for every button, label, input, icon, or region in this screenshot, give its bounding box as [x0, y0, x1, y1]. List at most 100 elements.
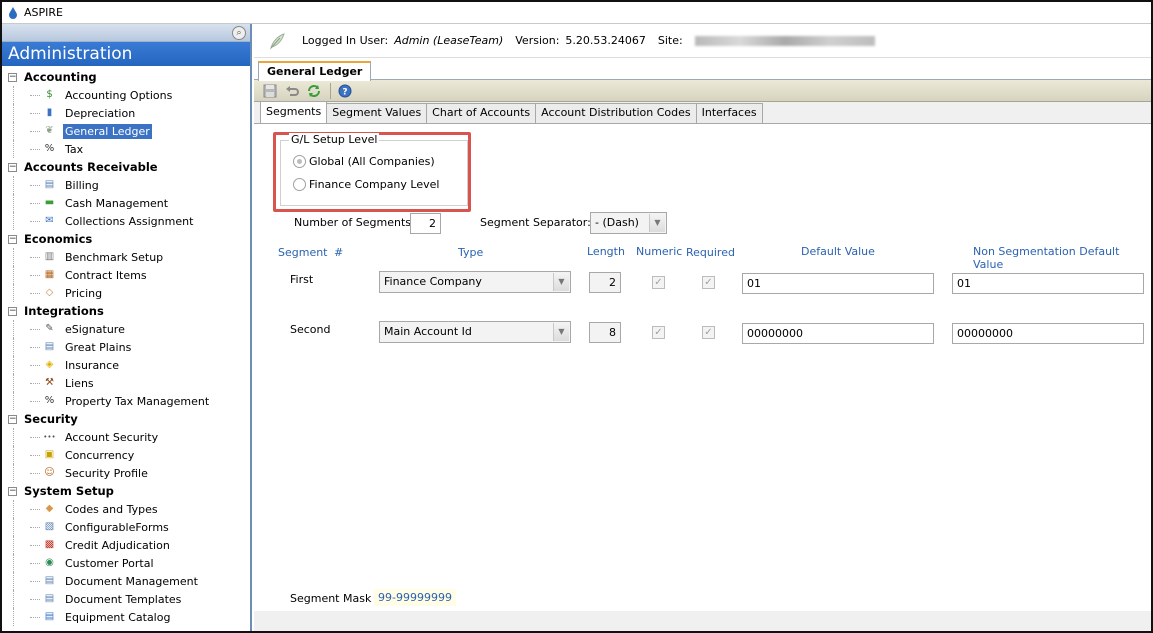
segment-row-second-length[interactable]: 8 — [589, 322, 621, 343]
refresh-icon[interactable] — [306, 83, 322, 99]
tree-category-integrations[interactable]: − Integrations — [2, 302, 250, 320]
aspire-logo-icon — [9, 6, 17, 19]
segment-row-second-required-checkbox[interactable]: ✓ — [702, 326, 715, 339]
document-icon: ▤ — [44, 575, 55, 586]
sidebar-item-account-security[interactable]: ••• Account Security — [2, 428, 250, 446]
sidebar-item-esignature[interactable]: ✎ eSignature — [2, 320, 250, 338]
segment-row-first-required-checkbox[interactable]: ✓ — [702, 276, 715, 289]
segment-row-first-length[interactable]: 2 — [589, 272, 621, 293]
tree-category-economics[interactable]: − Economics — [2, 230, 250, 248]
collapse-icon[interactable]: − — [8, 234, 17, 244]
sidebar-item-collections-assignment[interactable]: ✉ Collections Assignment — [2, 212, 250, 230]
save-icon[interactable] — [262, 83, 278, 99]
sidebar-item-equipment-catalog[interactable]: ▤ Equipment Catalog — [2, 608, 250, 626]
collapse-icon[interactable]: − — [8, 414, 17, 424]
sidebar-item-cash-management[interactable]: ▬ Cash Management — [2, 194, 250, 212]
navigation-tree: − Accounting $ Accounting Options ▮ Depreciat… — [2, 66, 250, 626]
tree-category-system-setup[interactable]: − System Setup — [2, 482, 250, 500]
chevron-down-icon[interactable]: ▼ — [649, 214, 665, 232]
sidebar-item-label: Benchmark Setup — [65, 250, 164, 264]
radio-finance-company-dot[interactable] — [293, 178, 306, 191]
sidebar-item-label: Cash Management — [65, 196, 169, 210]
segment-mask-label: Segment Mask — [290, 592, 372, 605]
number-of-segments-field[interactable]: 2 — [410, 213, 441, 234]
gl-setup-legend: G/L Setup Level — [289, 133, 380, 146]
info-bar: Logged In User: Admin (LeaseTeam) Versio… — [254, 24, 1151, 58]
collapse-icon[interactable]: − — [8, 486, 17, 496]
tab-segments[interactable]: Segments — [260, 101, 328, 123]
sidebar-item-label: Account Security — [65, 430, 159, 444]
tree-category-accounting[interactable]: − Accounting — [2, 68, 250, 86]
sidebar-item-pricing[interactable]: ◇ Pricing — [2, 284, 250, 302]
sidebar-item-document-templates[interactable]: ▤ Document Templates — [2, 590, 250, 608]
segment-row-first-numeric-checkbox[interactable]: ✓ — [652, 276, 665, 289]
sidebar-item-depreciation[interactable]: ▮ Depreciation — [2, 104, 250, 122]
undo-icon[interactable] — [284, 83, 300, 99]
logged-in-label: Logged In User: — [302, 34, 389, 47]
sidebar-item-accounting-options[interactable]: $ Accounting Options — [2, 86, 250, 104]
tab-segment-values[interactable]: Segment Values — [326, 103, 428, 123]
column-header-numeric: Numeric — [636, 245, 683, 258]
segment-row-second-type-select[interactable]: Main Account Id ▼ — [379, 321, 571, 343]
site-label: Site: — [657, 34, 683, 47]
pin-icon[interactable]: ⌕ — [232, 26, 246, 40]
sidebar-item-benchmark-setup[interactable]: ▥ Benchmark Setup — [2, 248, 250, 266]
chevron-down-icon[interactable]: ▼ — [553, 273, 569, 291]
sidebar-item-liens[interactable]: ⚒ Liens — [2, 374, 250, 392]
segment-row-first-default-value[interactable]: 01 — [742, 273, 934, 294]
sidebar-item-label: Property Tax Management — [65, 394, 210, 408]
sidebar-item-great-plains[interactable]: ▤ Great Plains — [2, 338, 250, 356]
tree-category-accounts-receivable[interactable]: − Accounts Receivable — [2, 158, 250, 176]
segment-row-first-type-select[interactable]: Finance Company ▼ — [379, 271, 571, 293]
sidebar-item-codes-and-types[interactable]: ◆ Codes and Types — [2, 500, 250, 518]
sidebar-item-label: Customer Portal — [65, 556, 154, 570]
radio-finance-company[interactable]: Finance Company Level — [293, 178, 439, 191]
chevron-down-icon[interactable]: ▼ — [553, 323, 569, 341]
segment-mask-value: 99-99999999 — [374, 589, 456, 606]
segment-row-second-non-seg-default[interactable]: 00000000 — [952, 323, 1144, 344]
sidebar-item-concurrency[interactable]: ▣ Concurrency — [2, 446, 250, 464]
segment-row-first-non-seg-default[interactable]: 01 — [952, 273, 1144, 294]
tree-category-security[interactable]: − Security — [2, 410, 250, 428]
sidebar-item-label: Concurrency — [65, 448, 135, 462]
sidebar-item-insurance[interactable]: ◈ Insurance — [2, 356, 250, 374]
column-header-non-segmentation-default: Non Segmentation Default Value — [973, 245, 1120, 271]
sidebar-item-credit-adjudication[interactable]: ▩ Credit Adjudication — [2, 536, 250, 554]
document-tab-general-ledger[interactable]: General Ledger — [258, 61, 372, 81]
segment-separator-select[interactable]: - (Dash) ▼ — [590, 212, 667, 234]
tree-category-label: Accounting — [24, 70, 97, 84]
radio-global[interactable]: Global (All Companies) — [293, 155, 435, 168]
sidebar-item-document-management[interactable]: ▤ Document Management — [2, 572, 250, 590]
main-panel: Logged In User: Admin (LeaseTeam) Versio… — [254, 24, 1151, 631]
document-icon: ▤ — [44, 341, 55, 352]
password-icon: ••• — [43, 433, 56, 441]
segment-row-second-default-value[interactable]: 00000000 — [742, 323, 934, 344]
app-window: ASPIRE ⌕ Administration − Accounting $ Acco… — [0, 0, 1153, 633]
sidebar-item-property-tax-management[interactable]: % Property Tax Management — [2, 392, 250, 410]
sidebar-item-billing[interactable]: ▤ Billing — [2, 176, 250, 194]
sidebar-item-tax[interactable]: % Tax — [2, 140, 250, 158]
sidebar-item-general-ledger[interactable]: ❦ General Ledger — [2, 122, 250, 140]
collapse-icon[interactable]: − — [8, 162, 17, 172]
sidebar-item-security-profile[interactable]: ☺ Security Profile — [2, 464, 250, 482]
sidebar-item-configurableforms[interactable]: ▧ ConfigurableForms — [2, 518, 250, 536]
segment-row-second-numeric-checkbox[interactable]: ✓ — [652, 326, 665, 339]
tree-category-label: System Setup — [24, 484, 114, 498]
sidebar-item-label: eSignature — [65, 322, 125, 336]
tab-account-distribution-codes[interactable]: Account Distribution Codes — [535, 103, 697, 123]
help-icon[interactable]: ? — [337, 83, 353, 99]
segment-tabs: Segments Segment Values Chart of Account… — [254, 101, 1151, 124]
site-value-redacted — [694, 35, 875, 46]
sidebar-item-customer-portal[interactable]: ◉ Customer Portal — [2, 554, 250, 572]
radio-global-label: Global (All Companies) — [309, 155, 435, 168]
sidebar-item-contract-items[interactable]: ▦ Contract Items — [2, 266, 250, 284]
tab-interfaces[interactable]: Interfaces — [695, 103, 763, 123]
number-of-segments-label: Number of Segments: — [294, 216, 415, 229]
logged-in-user: Admin (LeaseTeam) — [394, 34, 504, 47]
radio-global-dot[interactable] — [293, 155, 306, 168]
sidebar-item-label: Security Profile — [65, 466, 148, 480]
collapse-icon[interactable]: − — [8, 306, 17, 316]
tab-chart-of-accounts[interactable]: Chart of Accounts — [426, 103, 537, 123]
collapse-icon[interactable]: − — [8, 72, 17, 82]
sidebar-strip: ⌕ — [2, 24, 250, 42]
